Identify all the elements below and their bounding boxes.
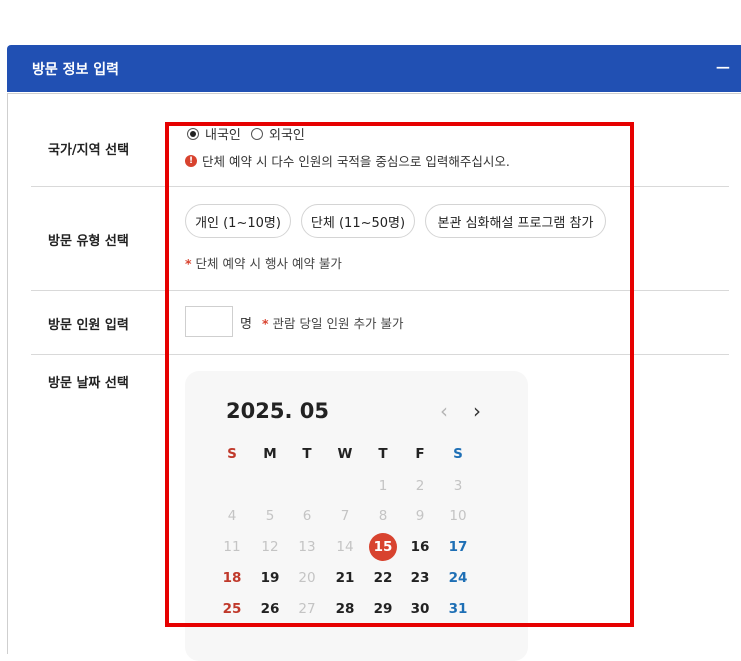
calendar-day: 12 [261,539,279,555]
date-calendar: 2025. 05 ‹ › S M T W T F S 1 2 3 4 5 6 7 8 9 10 11 12 13 14 1… [185,371,528,661]
calendar-day: 6 [302,508,312,524]
radio-unselected-icon[interactable] [251,127,263,140]
visitor-count-label: 방문 인원 입력 [48,318,129,333]
type-note: * 단체 예약 시 행사 예약 불가 [185,253,342,272]
section-header: 방문 정보 입력 − [7,45,741,92]
weekday-header: F [415,446,425,462]
row-divider [31,290,729,291]
calendar-day: 5 [265,508,275,524]
calendar-day[interactable]: 18 [218,564,246,592]
count-note-text: 관람 당일 인원 추가 불가 [272,316,404,331]
weekday-header: T [302,446,312,462]
radio-domestic[interactable]: 내국인 [187,124,241,143]
calendar-day[interactable]: 31 [444,595,472,623]
country-notice: ! 단체 예약 시 다수 인원의 국적을 중심으로 입력해주십시오. [185,151,510,170]
visit-date-label: 방문 날짜 선택 [48,376,129,391]
calendar-day: 4 [227,508,237,524]
calendar-day[interactable]: 21 [331,564,359,592]
weekday-header: S [227,446,237,462]
count-unit: 명 [240,317,252,332]
calendar-day[interactable]: 23 [406,564,434,592]
calendar-day[interactable]: 24 [444,564,472,592]
visitor-count-input[interactable] [185,306,233,337]
calendar-day: 10 [449,508,467,524]
calendar-day: 7 [340,508,350,524]
radio-foreign-label: 외국인 [269,128,305,143]
calendar-day[interactable]: 29 [369,595,397,623]
asterisk-icon: * [185,256,192,271]
calendar-day: 13 [298,539,316,555]
calendar-day: 20 [298,570,316,586]
calendar-day[interactable]: 16 [406,533,434,561]
calendar-day: 3 [453,478,463,494]
calendar-day: 2 [415,478,425,494]
weekday-header: W [337,446,353,462]
calendar-day[interactable]: 26 [256,595,284,623]
calendar-day[interactable]: 19 [256,564,284,592]
calendar-day: 1 [378,478,388,494]
calendar-month-title: 2025. 05 [226,399,329,423]
calendar-day: 8 [378,508,388,524]
calendar-day: 11 [223,539,241,555]
calendar-day[interactable]: 30 [406,595,434,623]
minus-icon[interactable]: − [713,55,733,79]
type-individual-button[interactable]: 개인 (1~10명) [185,204,291,238]
radio-foreign[interactable]: 외국인 [251,124,305,143]
country-notice-text: 단체 예약 시 다수 인원의 국적을 중심으로 입력해주십시오. [202,154,510,169]
radio-domestic-label: 내국인 [205,128,241,143]
section-title: 방문 정보 입력 [32,62,120,78]
calendar-day[interactable]: 25 [218,595,246,623]
chevron-right-icon[interactable]: › [473,399,481,423]
row-divider [31,354,729,355]
count-note: * 관람 당일 인원 추가 불가 [262,313,403,332]
calendar-day[interactable]: 17 [444,533,472,561]
calendar-day: 27 [298,601,316,617]
calendar-day[interactable]: 28 [331,595,359,623]
radio-selected-icon[interactable] [187,127,199,140]
weekday-header: S [453,446,463,462]
calendar-day[interactable]: 22 [369,564,397,592]
weekday-header: T [378,446,388,462]
country-label: 국가/지역 선택 [48,143,130,158]
calendar-day: 9 [415,508,425,524]
type-group-button[interactable]: 단체 (11~50명) [301,204,415,238]
calendar-day: 14 [336,539,354,555]
type-program-button[interactable]: 본관 심화해설 프로그램 참가 [425,204,606,238]
type-note-text: 단체 예약 시 행사 예약 불가 [195,256,342,271]
visit-type-label: 방문 유형 선택 [48,234,129,249]
asterisk-icon: * [262,316,269,331]
calendar-day[interactable]: 15 [369,533,397,561]
weekday-header: M [263,446,277,462]
chevron-left-icon[interactable]: ‹ [440,399,448,423]
row-divider [31,186,729,187]
info-icon: ! [185,154,197,167]
